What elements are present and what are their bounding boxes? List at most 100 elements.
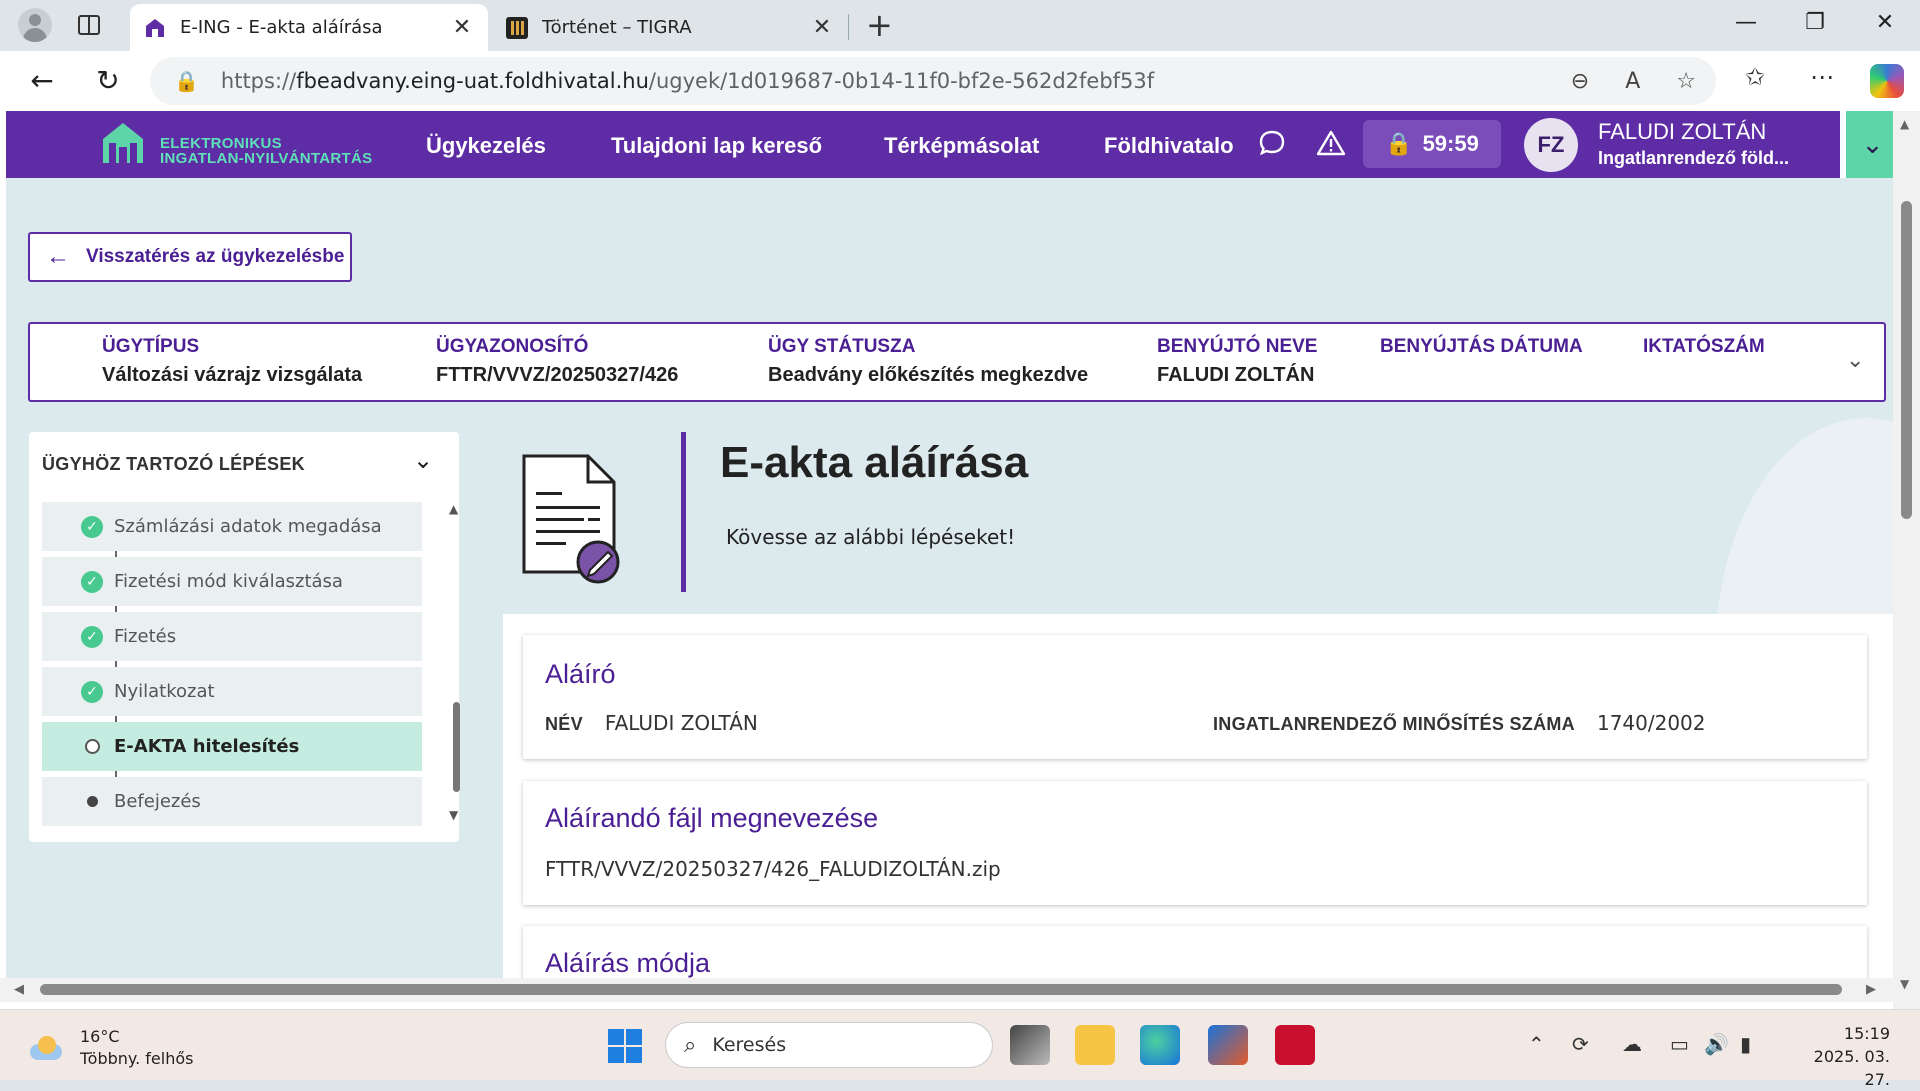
favorite-star-icon[interactable]: ☆ <box>1676 69 1696 94</box>
arrow-left-icon: ← <box>46 243 70 270</box>
step-declaration[interactable]: ✓ Nyilatkozat <box>42 667 422 716</box>
windows-start-icon[interactable] <box>608 1029 642 1063</box>
steps-scrollbar[interactable]: ▲ ▼ <box>449 502 463 822</box>
tab-title: Történet – TIGRA <box>542 17 692 38</box>
tab-separator <box>848 14 849 40</box>
zoom-icon[interactable]: ⊖ <box>1571 69 1589 94</box>
scroll-down-arrow-icon[interactable]: ▼ <box>449 808 458 822</box>
minimize-icon[interactable]: — <box>1726 10 1766 35</box>
step-eakta-authentication[interactable]: E-AKTA hitelesítés <box>42 722 422 771</box>
step-payment-method[interactable]: ✓ Fizetési mód kiválasztása <box>42 557 422 606</box>
file-card: Aláírandó fájl megnevezése FTTR/VVVZ/202… <box>523 781 1867 905</box>
nav-map-copy[interactable]: Térképmásolat <box>884 133 1039 159</box>
file-heading: Aláírandó fájl megnevezése <box>545 803 879 833</box>
browser-tab-strip: E-ING - E-akta aláírása ✕ Történet – TIG… <box>0 0 1920 51</box>
chat-icon[interactable] <box>1258 129 1286 164</box>
battery-icon[interactable]: ▮ <box>1740 1032 1751 1056</box>
app-header: ELEKTRONIKUS INGATLAN-NYILVÁNTARTÁS Ügyk… <box>6 111 1899 178</box>
current-step-circle-icon <box>85 739 100 754</box>
session-timer[interactable]: 🔒 59:59 <box>1363 120 1501 168</box>
signing-method-heading: Aláírás módja <box>545 948 711 978</box>
acrobat-icon[interactable] <box>1275 1025 1315 1065</box>
document-sign-icon <box>522 454 620 584</box>
eing-favicon-icon <box>146 18 164 37</box>
pending-step-dot-icon <box>87 796 98 807</box>
partly-cloudy-icon <box>26 1034 66 1062</box>
scroll-up-arrow-icon[interactable]: ▲ <box>449 502 458 516</box>
close-tab-icon[interactable]: ✕ <box>450 15 474 40</box>
back-to-case-management-button[interactable]: ← Visszatérés az ügykezelésbe <box>28 232 352 282</box>
certification-number-row: INGATLANRENDEZŐ MINŐSÍTÉS SZÁMA 1740/2002 <box>1213 711 1706 735</box>
task-view-icon[interactable] <box>1010 1025 1050 1065</box>
eing-logo-icon[interactable] <box>101 121 145 165</box>
onedrive-cloud-icon[interactable]: ☁ <box>1622 1032 1642 1056</box>
network-icon[interactable]: ▭ <box>1670 1032 1689 1056</box>
horizontal-scrollbar[interactable]: ◀ ▶ <box>0 978 1893 1002</box>
lock-icon: 🔒 <box>1385 131 1413 156</box>
weather-widget[interactable]: 16°C Többny. felhős <box>26 1026 193 1070</box>
signer-heading: Aláíró <box>545 659 616 689</box>
scrollbar-thumb[interactable] <box>40 984 1842 995</box>
page-title: E-akta aláírása <box>720 438 1029 487</box>
refresh-icon[interactable]: ↻ <box>88 63 128 99</box>
check-icon: ✓ <box>81 680 103 703</box>
step-payment[interactable]: ✓ Fizetés <box>42 612 422 661</box>
user-menu-chevron-down-icon[interactable]: ⌄ <box>1846 111 1899 178</box>
check-icon: ✓ <box>81 570 103 593</box>
edge-browser-icon[interactable] <box>1140 1025 1180 1065</box>
volume-icon[interactable]: 🔊 <box>1704 1032 1729 1056</box>
url-text: https://fbeadvany.eing-uat.foldhivatal.h… <box>220 69 1155 93</box>
scrollbar-thumb[interactable] <box>1901 201 1912 519</box>
close-window-icon[interactable]: ✕ <box>1865 10 1905 35</box>
submitter-name: BENYÚJTÓ NEVE FALUDI ZOLTÁN <box>1157 336 1318 386</box>
case-info-bar: ÜGYTÍPUS Változási vázrajz vizsgálata ÜGY… <box>28 322 1886 402</box>
file-name: FTTR/VVVZ/20250327/426_FALUDIZOLTÁN.zip <box>545 857 1001 881</box>
system-clock[interactable]: 15:19 2025. 03. 27. <box>1790 1022 1890 1091</box>
address-bar-row: ← ↻ 🔒 https://fbeadvany.eing-uat.foldhiv… <box>0 51 1920 111</box>
restore-icon[interactable]: ❐ <box>1795 10 1835 35</box>
weather-desc: Többny. felhős <box>80 1049 194 1068</box>
case-status: ÜGY STÁTUSZA Beadvány előkészítés megkezd… <box>768 336 1089 386</box>
app-logo-text: ELEKTRONIKUS INGATLAN-NYILVÁNTARTÁS <box>160 135 373 167</box>
lock-icon[interactable]: 🔒 <box>174 69 199 93</box>
taskbar-search[interactable]: ⌕ Keresés <box>665 1022 993 1068</box>
tab-actions-icon[interactable] <box>78 15 100 35</box>
case-id: ÜGYAZONOSÍTÓ FTTR/VVVZ/20250327/426 <box>436 336 679 386</box>
back-icon[interactable]: ← <box>22 63 62 99</box>
nav-case-management[interactable]: Ügykezelés <box>426 133 546 159</box>
vertical-scrollbar[interactable]: ▲ ▼ <box>1893 111 1920 1009</box>
scroll-down-arrow-icon[interactable]: ▼ <box>1900 977 1909 991</box>
signer-name-row: NÉV FALUDI ZOLTÁN <box>545 711 758 735</box>
new-tab-icon[interactable]: + <box>866 8 893 42</box>
step-finish[interactable]: Befejezés <box>42 777 422 826</box>
favorites-icon[interactable]: ✩ <box>1745 63 1765 91</box>
nav-land-register-search[interactable]: Tulajdoni lap kereső <box>611 133 822 159</box>
step-billing-data[interactable]: ✓ Számlázási adatok megadása <box>42 502 422 551</box>
page-viewport: ELEKTRONIKUS INGATLAN-NYILVÁNTARTÁS Ügyk… <box>0 111 1920 1009</box>
nav-land-offices[interactable]: Földhivatalo <box>1104 133 1236 159</box>
profile-icon[interactable] <box>18 8 52 42</box>
tab-eing[interactable]: E-ING - E-akta aláírása ✕ <box>130 4 488 51</box>
read-aloud-icon[interactable]: A <box>1625 69 1640 94</box>
expand-chevron-down-icon[interactable]: ⌄ <box>1846 348 1864 373</box>
url-field[interactable]: 🔒 https://fbeadvany.eing-uat.foldhivatal… <box>150 57 1716 105</box>
warning-icon[interactable] <box>1316 129 1346 164</box>
scroll-up-arrow-icon[interactable]: ▲ <box>1900 117 1909 131</box>
scroll-right-arrow-icon[interactable]: ▶ <box>1866 982 1876 997</box>
sync-icon[interactable]: ⟳ <box>1572 1032 1589 1056</box>
tab-tigra[interactable]: Történet – TIGRA ✕ <box>492 4 848 51</box>
submission-date: BENYÚJTÁS DÁTUMA <box>1380 336 1583 357</box>
more-menu-icon[interactable]: ⋯ <box>1810 63 1834 91</box>
close-tab-icon[interactable]: ✕ <box>810 15 834 40</box>
collapse-chevron-down-icon[interactable]: ⌄ <box>413 446 433 474</box>
case-steps-panel: ÜGYHÖZ TARTOZÓ LÉPÉSEK ⌄ ✓ Számlázási ad… <box>29 432 460 842</box>
copilot-icon[interactable] <box>1870 64 1904 98</box>
show-hidden-icons-chevron-up-icon[interactable]: ⌃ <box>1528 1032 1545 1056</box>
scrollbar-thumb[interactable] <box>453 702 460 792</box>
tigra-favicon-icon <box>506 16 528 39</box>
tab-title: E-ING - E-akta aláírása <box>180 17 383 38</box>
scroll-left-arrow-icon[interactable]: ◀ <box>14 982 24 997</box>
store-icon[interactable] <box>1208 1025 1248 1065</box>
avatar[interactable]: FZ <box>1524 118 1578 172</box>
file-explorer-icon[interactable] <box>1075 1025 1115 1065</box>
